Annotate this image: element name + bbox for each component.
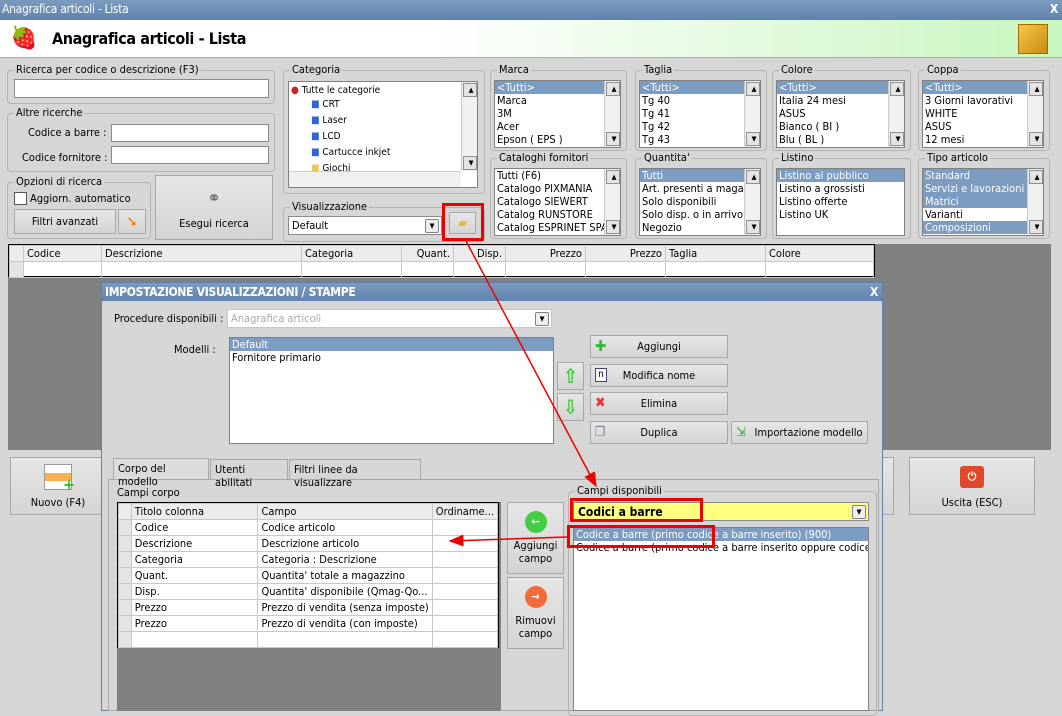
annotation-arrow bbox=[465, 240, 597, 488]
annotation-arrows bbox=[448, 240, 597, 547]
annotation-arrow bbox=[448, 534, 568, 547]
